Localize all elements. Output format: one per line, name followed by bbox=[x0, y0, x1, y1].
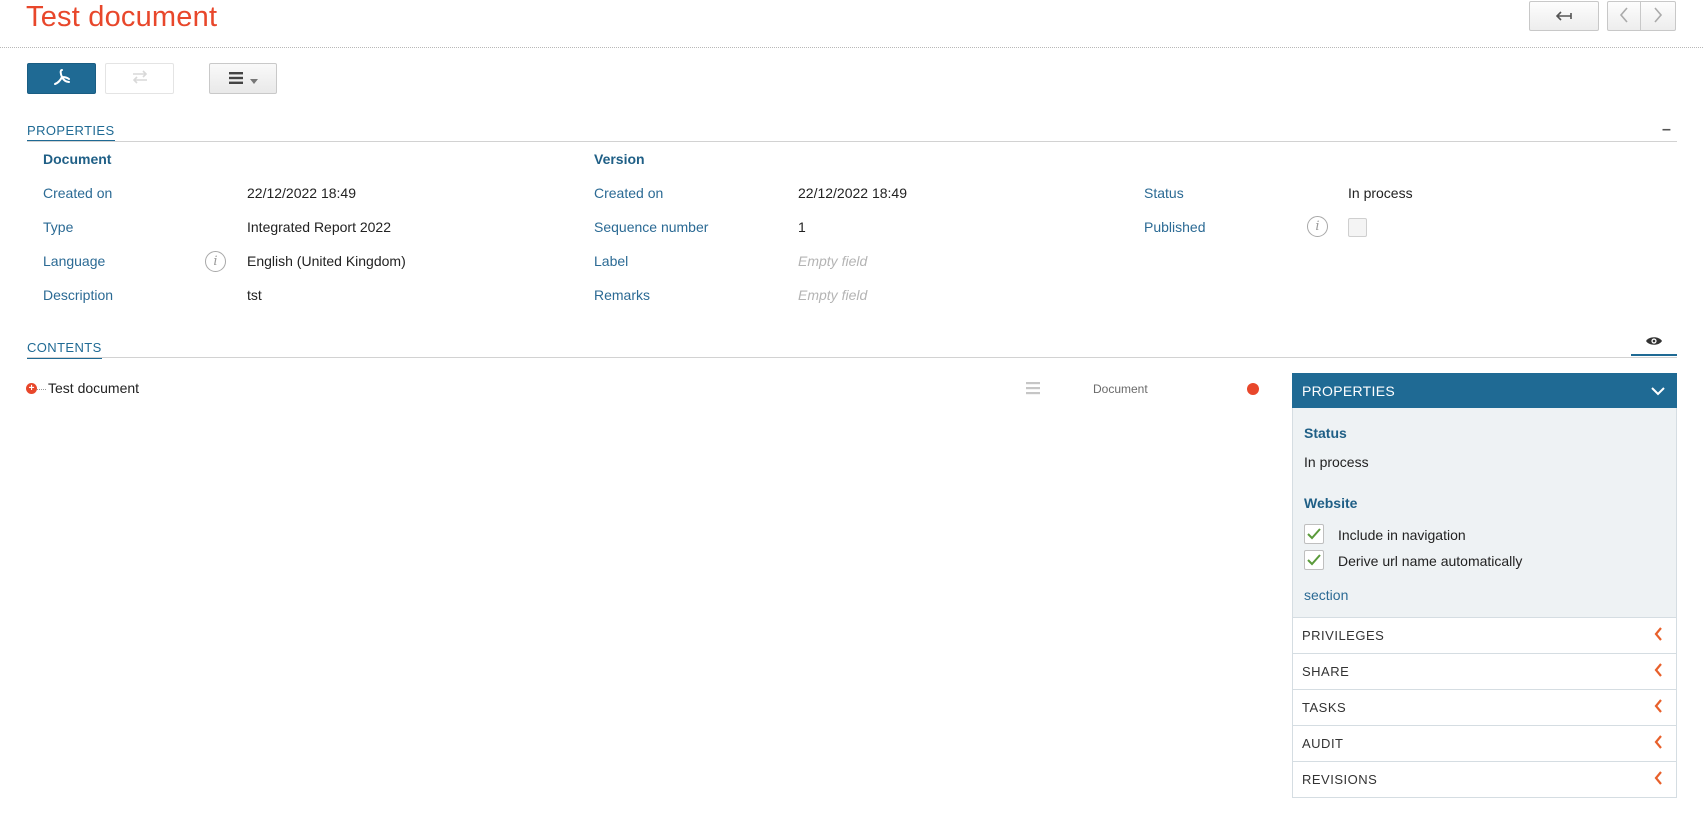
content-item-name[interactable]: Test document bbox=[48, 380, 139, 396]
panel-properties-title: PROPERTIES bbox=[1302, 382, 1395, 399]
accordion-audit-label: AUDIT bbox=[1302, 736, 1344, 751]
document-language-label: Language bbox=[43, 253, 106, 269]
include-in-navigation-checkbox[interactable] bbox=[1304, 524, 1324, 544]
published-checkbox[interactable] bbox=[1348, 218, 1367, 237]
checkmark-icon bbox=[1307, 554, 1321, 566]
status-dot-icon bbox=[1247, 383, 1259, 395]
back-button[interactable] bbox=[1529, 1, 1599, 31]
version-remarks-label: Remarks bbox=[594, 287, 651, 303]
accordion-privileges-label: PRIVILEGES bbox=[1302, 628, 1385, 643]
published-label: Published bbox=[1144, 219, 1206, 235]
chevron-left-icon bbox=[1654, 771, 1663, 788]
checkmark-icon bbox=[1307, 528, 1321, 540]
accordion-share-label: SHARE bbox=[1302, 664, 1350, 679]
include-in-navigation-label[interactable]: Include in navigation bbox=[1338, 527, 1466, 543]
published-info-icon[interactable]: i bbox=[1307, 216, 1328, 237]
language-info-icon[interactable]: i bbox=[205, 251, 226, 272]
panel-status-value: In process bbox=[1304, 454, 1369, 470]
document-language-value: English (United Kingdom) bbox=[247, 253, 406, 269]
contents-divider bbox=[27, 357, 1677, 358]
version-sequence-label: Sequence number bbox=[594, 219, 709, 235]
tree-connector bbox=[37, 389, 46, 390]
status-label: Status bbox=[1144, 185, 1184, 201]
accordion-audit[interactable]: AUDIT bbox=[1292, 726, 1677, 762]
section-link[interactable]: section bbox=[1304, 587, 1348, 603]
header-divider bbox=[0, 47, 1703, 48]
document-created-on-label: Created on bbox=[43, 185, 113, 201]
version-created-on-value: 22/12/2022 18:49 bbox=[798, 185, 907, 201]
properties-section-title[interactable]: PROPERTIES bbox=[27, 123, 115, 143]
document-description-label: Description bbox=[43, 287, 114, 303]
swap-icon bbox=[131, 70, 149, 87]
content-item-type: Document bbox=[1093, 382, 1148, 396]
version-sequence-value: 1 bbox=[798, 219, 806, 235]
expand-plus-icon[interactable]: + bbox=[26, 383, 37, 394]
derive-url-label[interactable]: Derive url name automatically bbox=[1338, 553, 1522, 569]
derive-url-checkbox[interactable] bbox=[1304, 550, 1324, 570]
chevron-left-icon bbox=[1654, 627, 1663, 644]
previous-button[interactable] bbox=[1607, 1, 1641, 31]
swap-button[interactable] bbox=[105, 63, 174, 94]
accordion-tasks[interactable]: TASKS bbox=[1292, 690, 1677, 726]
document-created-on-value: 22/12/2022 18:49 bbox=[247, 185, 356, 201]
preview-tab[interactable] bbox=[1631, 329, 1677, 356]
collapse-icon[interactable]: – bbox=[1662, 121, 1671, 139]
back-arrow-icon bbox=[1555, 8, 1572, 24]
panel-status-heading: Status bbox=[1304, 425, 1347, 441]
version-remarks-value[interactable]: Empty field bbox=[798, 287, 867, 303]
side-panel: PROPERTIES Status In process Website Inc… bbox=[1292, 373, 1677, 798]
pdf-icon bbox=[53, 68, 71, 89]
drag-handle-icon[interactable] bbox=[1026, 381, 1040, 398]
properties-divider bbox=[27, 141, 1677, 142]
document-type-value: Integrated Report 2022 bbox=[247, 219, 391, 235]
chevron-left-icon bbox=[1654, 735, 1663, 752]
accordion-revisions[interactable]: REVISIONS bbox=[1292, 762, 1677, 798]
chevron-left-icon bbox=[1619, 6, 1629, 26]
panel-website-heading: Website bbox=[1304, 495, 1358, 511]
document-description-value: tst bbox=[247, 287, 262, 303]
page-title: Test document bbox=[26, 1, 218, 33]
document-type-label: Type bbox=[43, 219, 74, 235]
accordion-share[interactable]: SHARE bbox=[1292, 654, 1677, 690]
pdf-button[interactable] bbox=[27, 63, 96, 94]
actions-menu-button[interactable] bbox=[209, 63, 277, 94]
next-button[interactable] bbox=[1640, 1, 1676, 31]
panel-properties-body: Status In process Website Include in nav… bbox=[1292, 408, 1677, 618]
hamburger-menu-icon bbox=[228, 71, 245, 87]
caret-down-icon bbox=[249, 71, 258, 87]
chevron-right-icon bbox=[1653, 6, 1663, 26]
eye-icon bbox=[1645, 334, 1663, 350]
panel-properties-header[interactable]: PROPERTIES bbox=[1292, 373, 1677, 408]
status-value: In process bbox=[1348, 185, 1413, 201]
version-heading: Version bbox=[594, 151, 645, 167]
document-heading: Document bbox=[43, 151, 112, 167]
accordion-tasks-label: TASKS bbox=[1302, 700, 1347, 715]
accordion-privileges[interactable]: PRIVILEGES bbox=[1292, 618, 1677, 654]
chevron-left-icon bbox=[1654, 663, 1663, 680]
accordion-revisions-label: REVISIONS bbox=[1302, 772, 1378, 787]
version-created-on-label: Created on bbox=[594, 185, 664, 201]
chevron-down-icon bbox=[1651, 383, 1665, 399]
chevron-left-icon bbox=[1654, 699, 1663, 716]
version-label-value[interactable]: Empty field bbox=[798, 253, 867, 269]
version-label-label: Label bbox=[594, 253, 629, 269]
